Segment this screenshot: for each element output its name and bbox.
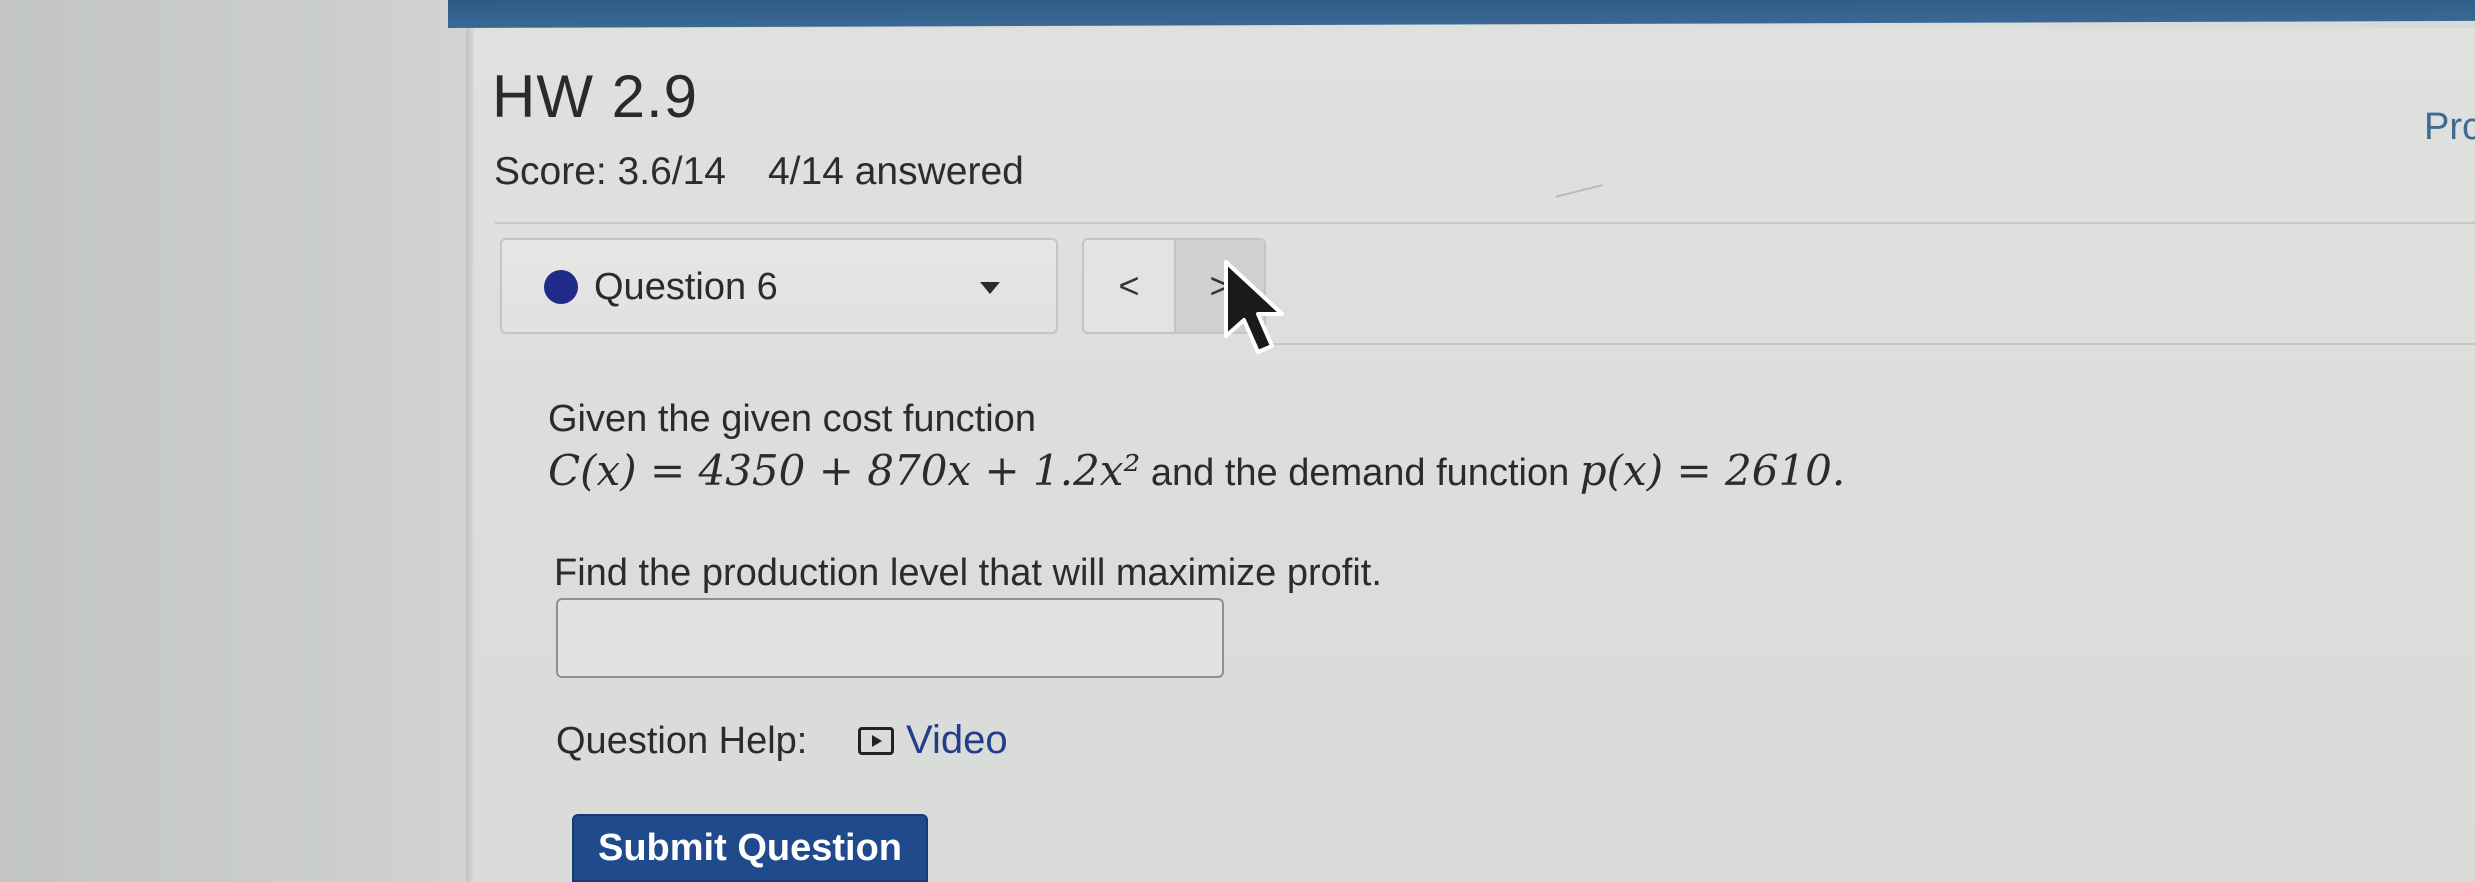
cost-function: C(x) = 4350 + 870x + 1.2x²: [548, 446, 1141, 495]
answered-count: 4/14 answered: [767, 150, 1024, 193]
assignment-title: HW 2.9: [492, 63, 699, 130]
left-pane: [0, 0, 470, 882]
chevron-left-icon: <: [1118, 265, 1140, 306]
demand-function: p(x) = 2610.: [1579, 446, 1846, 495]
video-link-label: Video: [906, 718, 1008, 762]
pane-divider: [466, 0, 474, 882]
score-text: Score: 3.6/14: [494, 150, 726, 193]
play-box-icon: [858, 726, 894, 755]
progress-label[interactable]: Prc: [2424, 106, 2475, 149]
question-selector-label: Question 6: [594, 266, 778, 308]
question-connector: and the demand function: [1150, 452, 1570, 494]
mouse-pointer-icon: [1224, 260, 1284, 354]
top-bar: [448, 0, 2475, 28]
answer-input[interactable]: [556, 598, 1224, 678]
divider-bottom: [1265, 343, 2475, 345]
previous-question-button[interactable]: <: [1084, 240, 1174, 332]
question-selector[interactable]: Question 6: [500, 238, 1058, 334]
video-help-link[interactable]: Video: [858, 718, 1008, 763]
submit-question-button[interactable]: Submit Question: [572, 814, 928, 882]
score-line: Score: 3.6/14 4/14 answered: [494, 150, 1024, 194]
question-intro: Given the given cost function: [548, 398, 1036, 440]
question-status-dot: [544, 270, 578, 304]
question-help-label: Question Help:: [556, 720, 808, 762]
question-functions-line: C(x) = 4350 + 870x + 1.2x² and the deman…: [548, 446, 1845, 495]
divider-top: [495, 222, 2475, 224]
screen: HW 2.9 Score: 3.6/14 4/14 answered Prc Qu…: [0, 0, 2475, 882]
question-instruction: Find the production level that will maxi…: [554, 552, 1382, 594]
caret-down-icon: [980, 282, 1000, 294]
